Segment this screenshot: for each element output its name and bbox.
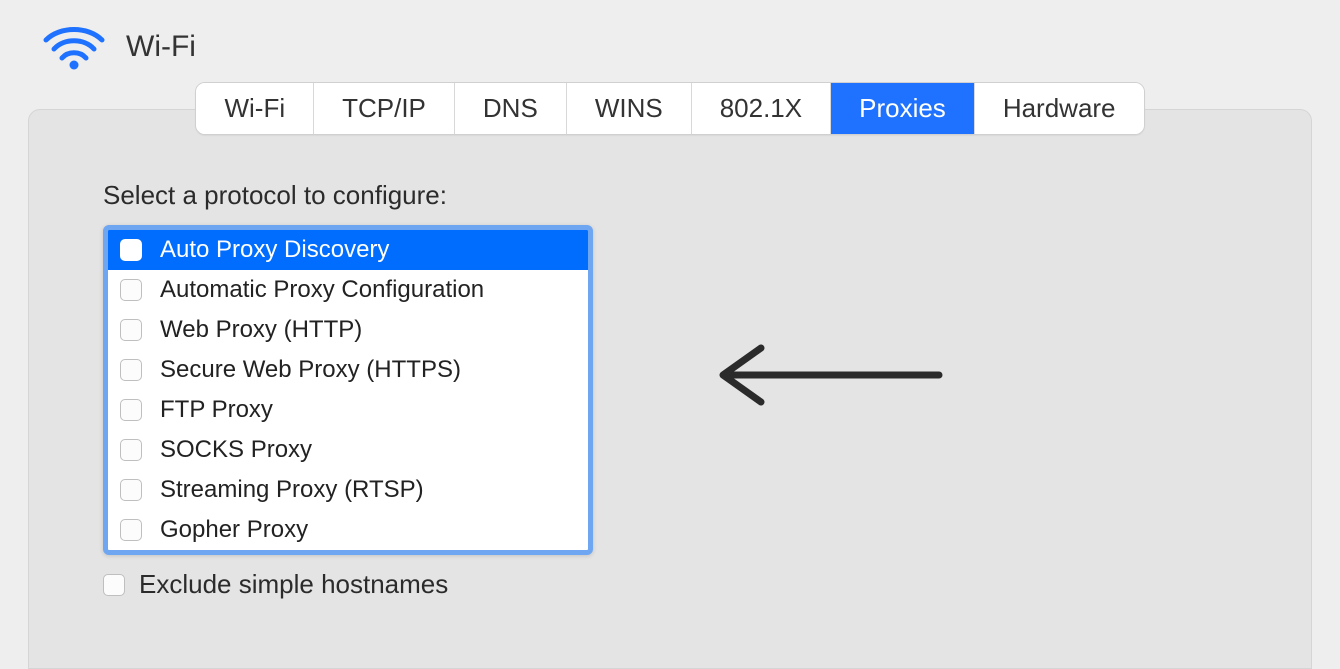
wifi-icon [42, 22, 106, 72]
tab-hardware[interactable]: Hardware [975, 83, 1144, 134]
protocol-row-web-proxy-http[interactable]: Web Proxy (HTTP) [108, 310, 588, 350]
checkbox-icon[interactable] [120, 279, 142, 301]
protocol-label: Web Proxy (HTTP) [160, 316, 362, 344]
protocol-row-ftp-proxy[interactable]: FTP Proxy [108, 390, 588, 430]
protocol-label: Gopher Proxy [160, 516, 308, 544]
checkbox-icon[interactable] [120, 399, 142, 421]
exclude-hostnames-row[interactable]: Exclude simple hostnames [103, 569, 1237, 600]
tab-proxies[interactable]: Proxies [831, 83, 975, 134]
checkbox-icon[interactable] [120, 479, 142, 501]
protocol-row-streaming-proxy-rtsp[interactable]: Streaming Proxy (RTSP) [108, 470, 588, 510]
tab-8021x[interactable]: 802.1X [692, 83, 831, 134]
protocol-label: Secure Web Proxy (HTTPS) [160, 356, 461, 384]
protocol-row-secure-web-proxy-https[interactable]: Secure Web Proxy (HTTPS) [108, 350, 588, 390]
protocol-list: Auto Proxy Discovery Automatic Proxy Con… [103, 225, 593, 555]
protocol-label: SOCKS Proxy [160, 436, 312, 464]
protocol-row-automatic-proxy-configuration[interactable]: Automatic Proxy Configuration [108, 270, 588, 310]
protocol-label: Streaming Proxy (RTSP) [160, 476, 424, 504]
protocol-row-auto-proxy-discovery[interactable]: Auto Proxy Discovery [108, 230, 588, 270]
checkbox-icon[interactable] [120, 519, 142, 541]
exclude-hostnames-label: Exclude simple hostnames [139, 569, 448, 600]
protocol-label: Auto Proxy Discovery [160, 236, 389, 264]
checkbox-icon[interactable] [120, 239, 142, 261]
protocol-label: Automatic Proxy Configuration [160, 276, 484, 304]
protocol-row-gopher-proxy[interactable]: Gopher Proxy [108, 510, 588, 550]
tab-wifi[interactable]: Wi-Fi [196, 83, 314, 134]
network-header: Wi-Fi [0, 0, 1340, 82]
tabbar: Wi-Fi TCP/IP DNS WINS 802.1X Proxies Har… [195, 82, 1144, 135]
protocol-label: FTP Proxy [160, 396, 273, 424]
checkbox-icon[interactable] [103, 574, 125, 596]
checkbox-icon[interactable] [120, 359, 142, 381]
tab-dns[interactable]: DNS [455, 83, 567, 134]
protocol-row-socks-proxy[interactable]: SOCKS Proxy [108, 430, 588, 470]
proxies-panel: Select a protocol to configure: Auto Pro… [28, 109, 1312, 669]
tab-wins[interactable]: WINS [567, 83, 692, 134]
checkbox-icon[interactable] [120, 319, 142, 341]
tab-tcpip[interactable]: TCP/IP [314, 83, 455, 134]
protocol-section-label: Select a protocol to configure: [103, 180, 1237, 211]
interface-title: Wi-Fi [126, 30, 196, 64]
checkbox-icon[interactable] [120, 439, 142, 461]
tabbar-container: Wi-Fi TCP/IP DNS WINS 802.1X Proxies Har… [0, 82, 1340, 135]
annotation-arrow-icon [709, 340, 949, 415]
